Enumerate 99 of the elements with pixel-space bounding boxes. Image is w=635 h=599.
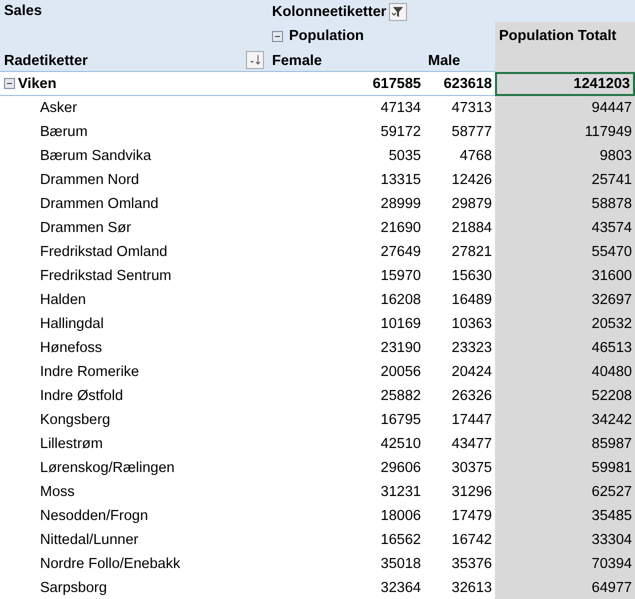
row-label: Sarpsborg: [40, 580, 107, 596]
table-cell: 17447: [452, 412, 492, 428]
table-cell: 62527: [592, 484, 632, 500]
collapse-icon[interactable]: [272, 30, 283, 42]
table-cell: 21690: [380, 220, 421, 236]
row-label: Drammen Nord: [40, 172, 140, 188]
table-cell: 35485: [592, 508, 632, 524]
table-cell: 52208: [592, 388, 632, 404]
table-cell: 31600: [592, 268, 632, 284]
table-cell: 42510: [380, 436, 421, 452]
table-cell: 1241203: [495, 72, 635, 96]
table-cell: 31231: [380, 484, 421, 500]
table-cell: 25741: [592, 172, 632, 188]
column-labels-heading: Kolonneetiketter: [272, 4, 386, 20]
table-cell: 18006: [380, 508, 421, 524]
table-cell: 40480: [592, 364, 632, 380]
table-cell: 117949: [584, 124, 632, 140]
column-heading: Male: [428, 53, 460, 69]
table-cell: 55470: [592, 244, 632, 260]
table-cell: 9803: [600, 148, 632, 164]
table-cell: 70394: [592, 556, 632, 572]
table-cell: 43477: [452, 436, 492, 452]
table-cell: 17479: [452, 508, 492, 524]
table-cell: 85987: [592, 436, 632, 452]
table-cell: 64977: [592, 580, 632, 596]
table-cell: 31296: [452, 484, 492, 500]
table-cell: 20056: [380, 364, 421, 380]
table-cell: 25882: [380, 388, 421, 404]
table-cell: 16489: [452, 292, 492, 308]
table-cell: 28999: [380, 196, 421, 212]
row-label: Fredrikstad Sentrum: [40, 268, 172, 284]
row-label: Lørenskog/Rælingen: [40, 460, 175, 476]
row-label: Moss: [40, 484, 75, 500]
table-cell: 23190: [380, 340, 421, 356]
table-cell: 27821: [452, 244, 492, 260]
row-label: Bærum Sandvika: [40, 148, 152, 164]
table-cell: 16742: [452, 532, 492, 548]
row-label: Hallingdal: [40, 316, 104, 332]
table-cell: 26326: [452, 388, 492, 404]
table-cell: 23323: [452, 340, 492, 356]
row-label: Drammen Sør: [40, 220, 132, 236]
table-cell: 10363: [452, 316, 492, 332]
table-cell: 33304: [592, 532, 632, 548]
table-cell: 20532: [592, 316, 632, 332]
row-label: Nittedal/Lunner: [40, 532, 138, 548]
table-cell: 43574: [592, 220, 632, 236]
table-cell: 30375: [452, 460, 492, 476]
row-label: Halden: [40, 292, 86, 308]
table-cell: 4768: [460, 148, 492, 164]
table-cell: 58878: [592, 196, 632, 212]
table-cell: 12426: [452, 172, 492, 188]
row-label: Bærum: [40, 124, 88, 140]
table-cell: 15630: [452, 268, 492, 284]
row-label: Nordre Follo/Enebakk: [40, 556, 180, 572]
field-heading: Population: [289, 28, 364, 44]
table-cell: 32697: [592, 292, 632, 308]
table-cell: 59172: [380, 124, 421, 140]
table-cell: 47134: [380, 100, 421, 116]
row-label: Hønefoss: [40, 340, 102, 356]
table-cell: 617585: [372, 76, 421, 92]
table-cell: 59981: [592, 460, 632, 476]
table-cell: 20424: [452, 364, 492, 380]
table-cell: 21884: [452, 220, 492, 236]
grand-total-heading: Population Totalt: [499, 28, 616, 44]
row-label: Asker: [40, 100, 78, 116]
row-label: Lillestrøm: [40, 436, 103, 452]
column-heading: Female: [272, 53, 322, 69]
row-label: Indre Østfold: [40, 388, 124, 404]
table-cell: 29879: [452, 196, 492, 212]
table-cell: 47313: [452, 100, 492, 116]
row-label: Indre Romerike: [40, 364, 140, 380]
values-label: Sales: [4, 3, 42, 19]
table-cell: 16795: [380, 412, 421, 428]
row-label: Nesodden/Frogn: [40, 508, 148, 524]
table-cell: 16562: [380, 532, 421, 548]
row-labels-heading: Radetiketter: [4, 53, 88, 69]
collapse-icon[interactable]: [4, 78, 15, 89]
group-label: Viken: [18, 76, 56, 92]
row-label: Fredrikstad Omland: [40, 244, 168, 260]
row-label: Drammen Omland: [40, 196, 158, 212]
table-cell: 32613: [452, 580, 492, 596]
table-cell: 35376: [452, 556, 492, 572]
table-cell: 32364: [380, 580, 421, 596]
table-cell: 10169: [380, 316, 421, 332]
table-cell: 15970: [380, 268, 421, 284]
row-label: Kongsberg: [40, 412, 110, 428]
filter-button[interactable]: [389, 3, 408, 21]
table-cell: 27649: [380, 244, 421, 260]
table-cell: 58777: [452, 124, 492, 140]
table-cell: 34242: [592, 412, 632, 428]
table-cell: 46513: [592, 340, 632, 356]
table-cell: 623618: [444, 76, 492, 92]
sort-button[interactable]: [246, 51, 264, 69]
table-cell: 13315: [380, 172, 421, 188]
table-cell: 29606: [380, 460, 421, 476]
table-cell: 5035: [388, 148, 421, 164]
table-cell: 16208: [380, 292, 421, 308]
table-cell: 35018: [380, 556, 421, 572]
table-cell: 94447: [592, 100, 632, 116]
